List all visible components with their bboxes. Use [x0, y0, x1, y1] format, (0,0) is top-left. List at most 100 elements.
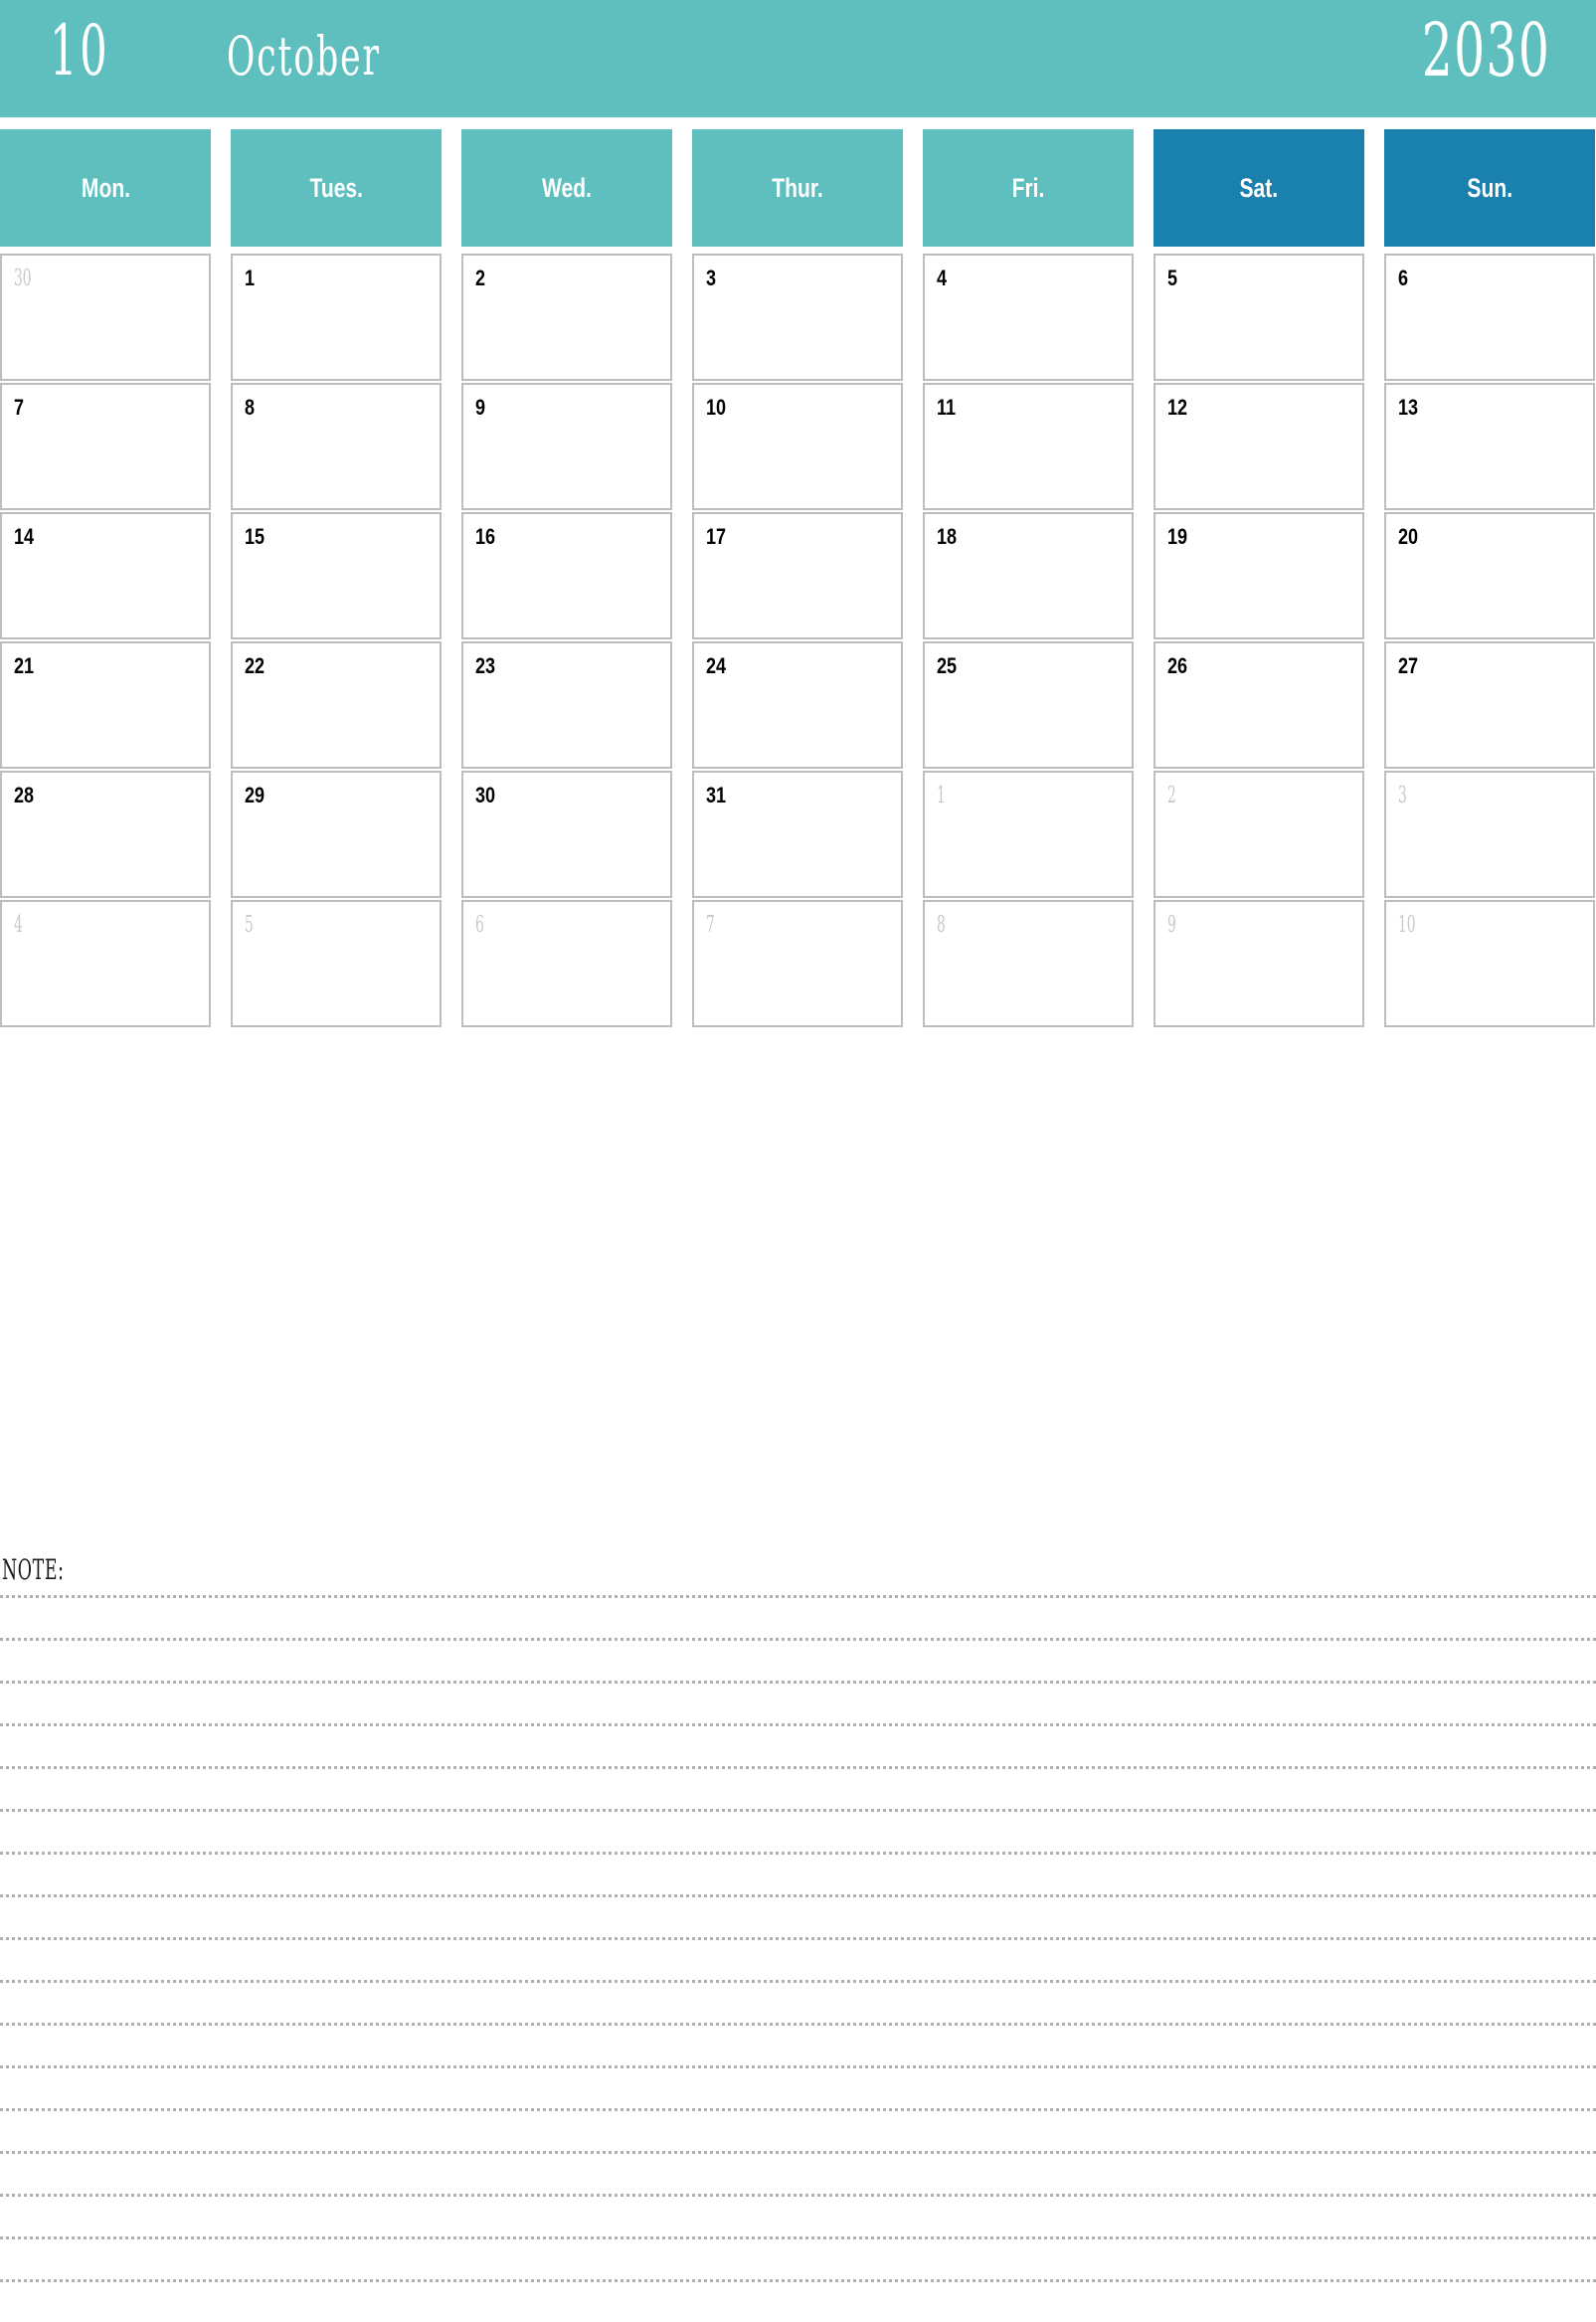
calendar-day-cell[interactable]: 4 — [0, 900, 211, 1027]
calendar-day-cell[interactable]: 10 — [1384, 900, 1595, 1027]
note-write-line[interactable] — [0, 1894, 1596, 1937]
note-write-line[interactable] — [0, 1766, 1596, 1809]
day-number: 14 — [14, 524, 35, 549]
day-number: 23 — [475, 653, 496, 678]
calendar-day-cell[interactable]: 27 — [1384, 641, 1595, 769]
calendar-day-cell[interactable]: 15 — [231, 512, 442, 639]
weekday-label: Thur. — [772, 172, 823, 203]
note-write-line[interactable] — [0, 2151, 1596, 2194]
calendar-day-cell[interactable]: 20 — [1384, 512, 1595, 639]
weekday-header-row: Mon. Tues. Wed. Thur. Fri. Sat. Sun. — [0, 129, 1596, 247]
calendar-day-cell[interactable]: 31 — [692, 771, 903, 898]
calendar-day-cell[interactable]: 10 — [692, 383, 903, 510]
calendar-day-cell[interactable]: 3 — [692, 254, 903, 381]
note-write-line[interactable] — [0, 2236, 1596, 2279]
day-number: 3 — [1398, 783, 1407, 808]
note-write-line[interactable] — [0, 1809, 1596, 1852]
calendar-day-cell[interactable]: 14 — [0, 512, 211, 639]
calendar-day-cell[interactable]: 2 — [461, 254, 672, 381]
note-write-line[interactable] — [0, 2065, 1596, 2108]
note-write-line[interactable] — [0, 1681, 1596, 1723]
calendar-day-cell[interactable]: 17 — [692, 512, 903, 639]
calendar-day-cell[interactable]: 19 — [1153, 512, 1364, 639]
day-number: 8 — [245, 395, 256, 420]
calendar-day-cell[interactable]: 30 — [0, 254, 211, 381]
day-number: 10 — [706, 395, 727, 420]
day-number: 1 — [245, 266, 256, 290]
calendar-day-cell[interactable]: 18 — [923, 512, 1134, 639]
calendar-day-cell[interactable]: 9 — [1153, 900, 1364, 1027]
weekday-header-fri: Fri. — [923, 129, 1134, 247]
calendar-week-row: 4 5 6 7 8 9 10 — [0, 900, 1596, 1027]
calendar-day-cell[interactable]: 1 — [231, 254, 442, 381]
calendar-day-cell[interactable]: 7 — [692, 900, 903, 1027]
day-number: 7 — [706, 912, 715, 938]
weekday-header-wed: Wed. — [461, 129, 672, 247]
weekday-header-mon: Mon. — [0, 129, 211, 247]
calendar-day-cell[interactable]: 30 — [461, 771, 672, 898]
day-number: 12 — [1167, 395, 1188, 420]
note-write-line[interactable] — [0, 1937, 1596, 1980]
calendar-day-cell[interactable]: 29 — [231, 771, 442, 898]
day-number: 20 — [1398, 524, 1419, 549]
calendar-day-cell[interactable]: 21 — [0, 641, 211, 769]
calendar-day-cell[interactable]: 8 — [923, 900, 1134, 1027]
calendar-day-cell[interactable]: 28 — [0, 771, 211, 898]
calendar-day-cell[interactable]: 4 — [923, 254, 1134, 381]
note-write-line[interactable] — [0, 1723, 1596, 1766]
day-number: 22 — [245, 653, 266, 678]
calendar-day-cell[interactable]: 5 — [1153, 254, 1364, 381]
note-write-line[interactable] — [0, 2108, 1596, 2151]
calendar-day-cell[interactable]: 2 — [1153, 771, 1364, 898]
weekday-label: Fri. — [1011, 172, 1045, 203]
note-lines[interactable] — [0, 1595, 1596, 2322]
day-number: 1 — [937, 783, 946, 808]
day-number: 16 — [475, 524, 496, 549]
day-number: 4 — [14, 912, 23, 938]
day-number: 2 — [1167, 783, 1176, 808]
note-write-line[interactable] — [0, 1595, 1596, 1638]
day-number: 19 — [1167, 524, 1188, 549]
note-write-line[interactable] — [0, 2279, 1596, 2322]
weekday-label: Sat. — [1239, 172, 1279, 203]
day-number: 28 — [14, 783, 35, 807]
note-write-line[interactable] — [0, 1980, 1596, 2023]
weekday-label: Tues. — [309, 172, 363, 203]
note-write-line[interactable] — [0, 1852, 1596, 1894]
calendar-day-cell[interactable]: 8 — [231, 383, 442, 510]
calendar-day-cell[interactable]: 7 — [0, 383, 211, 510]
calendar-day-cell[interactable]: 1 — [923, 771, 1134, 898]
weekday-header-thur: Thur. — [692, 129, 903, 247]
calendar-day-cell[interactable]: 3 — [1384, 771, 1595, 898]
calendar-day-cell[interactable]: 25 — [923, 641, 1134, 769]
calendar-day-cell[interactable]: 26 — [1153, 641, 1364, 769]
calendar-day-cell[interactable]: 23 — [461, 641, 672, 769]
day-number: 17 — [706, 524, 727, 549]
day-number: 2 — [475, 266, 486, 290]
calendar-day-cell[interactable]: 13 — [1384, 383, 1595, 510]
day-number: 4 — [937, 266, 948, 290]
day-number: 24 — [706, 653, 727, 678]
note-write-line[interactable] — [0, 2023, 1596, 2065]
note-write-line[interactable] — [0, 1638, 1596, 1681]
calendar-day-cell[interactable]: 6 — [461, 900, 672, 1027]
calendar-day-cell[interactable]: 12 — [1153, 383, 1364, 510]
calendar-day-cell[interactable]: 11 — [923, 383, 1134, 510]
calendar-day-cell[interactable]: 5 — [231, 900, 442, 1027]
calendar-week-row: 7 8 9 10 11 12 13 — [0, 383, 1596, 510]
day-number: 25 — [937, 653, 958, 678]
calendar-day-cell[interactable]: 9 — [461, 383, 672, 510]
weekday-label: Sun. — [1467, 172, 1512, 203]
calendar-day-cell[interactable]: 16 — [461, 512, 672, 639]
header-month-number: 10 — [50, 10, 110, 91]
header-year: 2030 — [1421, 8, 1550, 93]
calendar-week-row: 21 22 23 24 25 26 27 — [0, 641, 1596, 769]
day-number: 26 — [1167, 653, 1188, 678]
note-write-line[interactable] — [0, 2194, 1596, 2236]
calendar-day-cell[interactable]: 24 — [692, 641, 903, 769]
day-number: 21 — [14, 653, 35, 678]
calendar-day-cell[interactable]: 22 — [231, 641, 442, 769]
calendar-day-cell[interactable]: 6 — [1384, 254, 1595, 381]
day-number: 3 — [706, 266, 717, 290]
day-number: 9 — [475, 395, 486, 420]
